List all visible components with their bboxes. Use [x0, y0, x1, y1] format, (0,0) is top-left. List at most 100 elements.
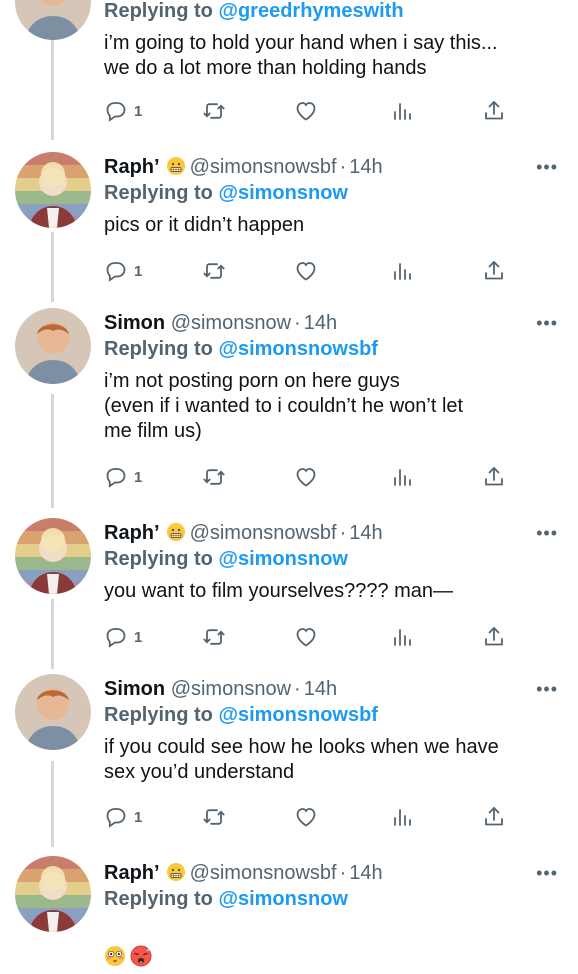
- more-options-icon[interactable]: •••: [536, 676, 558, 702]
- views-icon: [390, 465, 414, 489]
- reply-count: 1: [134, 468, 143, 486]
- tweet-partial[interactable]: Replying to @greedrhymeswith i’m going t…: [0, 0, 578, 134]
- reply-count: 1: [134, 102, 143, 120]
- replying-handle-link[interactable]: @simonsnow: [218, 182, 348, 204]
- reply-count: 1: [134, 262, 143, 280]
- timestamp[interactable]: 14h: [304, 678, 337, 700]
- tweet-text: i’m not posting porn on here guys (even …: [104, 370, 464, 442]
- handle[interactable]: @simonsnowsbf: [190, 156, 337, 178]
- reply-button[interactable]: 1: [104, 804, 142, 830]
- reply-button[interactable]: 1: [104, 98, 142, 124]
- avatar-raph[interactable]: [15, 856, 91, 932]
- grimacing-face-emoji: [166, 862, 186, 882]
- display-name[interactable]: Simon: [104, 678, 165, 700]
- reply-button[interactable]: 1: [104, 624, 142, 650]
- tweet[interactable]: Simon @simonsnow · 14h ••• Replying to @si…: [0, 674, 578, 834]
- handle[interactable]: @simonsnow: [171, 678, 291, 700]
- tweet[interactable]: Raph’ @simonsnowsbf · 14h ••• Replying to @…: [0, 518, 578, 658]
- replying-to: Replying to @simonsnow: [104, 888, 348, 910]
- share-button[interactable]: [482, 804, 506, 830]
- share-button[interactable]: [482, 624, 506, 650]
- handle[interactable]: @simonsnowsbf: [190, 522, 337, 544]
- display-name[interactable]: Raph’: [104, 156, 160, 178]
- like-button[interactable]: [294, 804, 318, 830]
- flushed-face-emoji: [104, 945, 126, 967]
- retweet-icon: [202, 99, 226, 123]
- avatar-simon[interactable]: [15, 308, 91, 384]
- more-options-icon[interactable]: •••: [536, 860, 558, 886]
- reply-button[interactable]: 1: [104, 258, 142, 284]
- reply-button[interactable]: 1: [104, 464, 142, 490]
- retweet-icon: [202, 259, 226, 283]
- retweet-button[interactable]: [202, 624, 226, 650]
- retweet-button[interactable]: [202, 258, 226, 284]
- separator-dot: ·: [339, 156, 347, 178]
- handle[interactable]: @simonsnowsbf: [190, 862, 337, 884]
- avatar-raph[interactable]: [15, 518, 91, 594]
- share-icon: [482, 99, 506, 123]
- views-button[interactable]: [390, 258, 414, 284]
- heart-icon: [294, 465, 318, 489]
- replying-handle-link[interactable]: @simonsnowsbf: [218, 704, 378, 726]
- views-button[interactable]: [390, 624, 414, 650]
- tweet[interactable]: Simon @simonsnow · 14h ••• Replying to @si…: [0, 308, 578, 498]
- display-name[interactable]: Raph’: [104, 522, 160, 544]
- like-button[interactable]: [294, 98, 318, 124]
- tweet-text: you want to film yourselves???? man—: [104, 580, 454, 602]
- retweet-icon: [202, 805, 226, 829]
- share-button[interactable]: [482, 258, 506, 284]
- views-icon: [390, 805, 414, 829]
- views-button[interactable]: [390, 804, 414, 830]
- heart-icon: [294, 99, 318, 123]
- retweet-button[interactable]: [202, 98, 226, 124]
- avatar-raph[interactable]: [15, 152, 91, 228]
- more-options-icon[interactable]: •••: [536, 520, 558, 546]
- avatar-simon[interactable]: [15, 674, 91, 750]
- separator-dot: ·: [339, 522, 347, 544]
- separator-dot: ·: [294, 312, 301, 334]
- reply-icon: [104, 99, 128, 123]
- retweet-button[interactable]: [202, 804, 226, 830]
- heart-icon: [294, 805, 318, 829]
- like-button[interactable]: [294, 464, 318, 490]
- replying-to: Replying to @simonsnow: [104, 182, 348, 204]
- like-button[interactable]: [294, 624, 318, 650]
- share-icon: [482, 805, 506, 829]
- reply-icon: [104, 805, 128, 829]
- more-options-icon[interactable]: •••: [536, 154, 558, 180]
- timestamp[interactable]: 14h: [349, 522, 382, 544]
- replying-handle-link[interactable]: @simonsnowsbf: [218, 338, 378, 360]
- retweet-button[interactable]: [202, 464, 226, 490]
- views-icon: [390, 625, 414, 649]
- replying-handle-link[interactable]: @simonsnow: [218, 888, 348, 910]
- share-icon: [482, 465, 506, 489]
- avatar-simon[interactable]: [15, 0, 91, 40]
- views-button[interactable]: [390, 98, 414, 124]
- replying-to: Replying to @simonsnowsbf: [104, 704, 378, 726]
- tweet-text: if you could see how he looks when we ha…: [104, 736, 499, 783]
- tweet[interactable]: Raph’ @simonsnowsbf · 14h ••• Replying to @…: [0, 856, 578, 960]
- share-button[interactable]: [482, 98, 506, 124]
- timestamp[interactable]: 14h: [349, 862, 382, 884]
- reply-count: 1: [134, 628, 143, 646]
- grimacing-face-emoji: [166, 522, 186, 542]
- display-name[interactable]: Raph’: [104, 862, 160, 884]
- display-name[interactable]: Simon: [104, 312, 165, 334]
- replying-handle-link[interactable]: @simonsnow: [218, 548, 348, 570]
- replying-handle-link[interactable]: @greedrhymeswith: [218, 0, 403, 22]
- views-button[interactable]: [390, 464, 414, 490]
- views-icon: [390, 99, 414, 123]
- hot-face-emoji: [130, 945, 152, 967]
- replying-to: Replying to @greedrhymeswith: [104, 0, 404, 22]
- share-icon: [482, 259, 506, 283]
- like-button[interactable]: [294, 258, 318, 284]
- timestamp[interactable]: 14h: [304, 312, 337, 334]
- timestamp[interactable]: 14h: [349, 156, 382, 178]
- reply-count: 1: [134, 808, 143, 826]
- tweet[interactable]: Raph’ @simonsnowsbf · 14h ••• Replying to @…: [0, 152, 578, 292]
- separator-dot: ·: [339, 862, 347, 884]
- more-options-icon[interactable]: •••: [536, 310, 558, 336]
- share-button[interactable]: [482, 464, 506, 490]
- reply-icon: [104, 625, 128, 649]
- handle[interactable]: @simonsnow: [171, 312, 291, 334]
